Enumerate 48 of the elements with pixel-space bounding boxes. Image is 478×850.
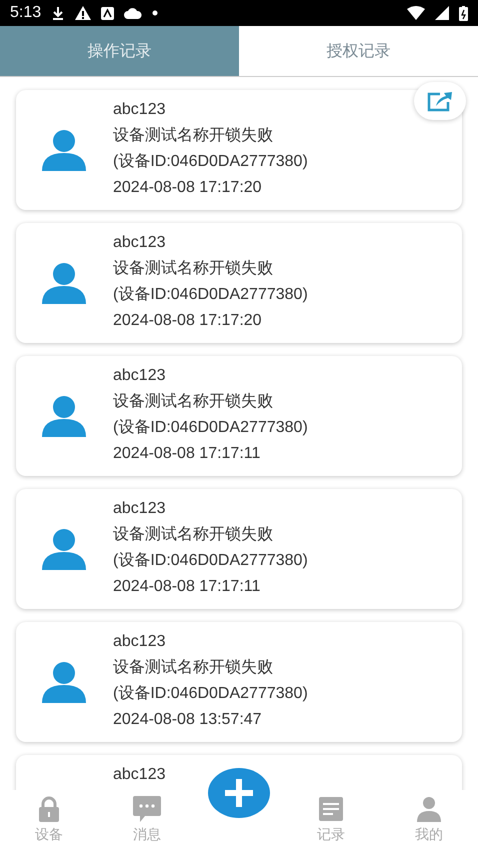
record-card[interactable]: abc123 设备测试名称开锁失败 (设备ID:046D0DA2777380) 2024-08-08 17:17:11	[16, 489, 462, 609]
status-time: 5:13	[10, 4, 42, 22]
chat-icon	[133, 796, 161, 822]
record-message: 设备测试名称开锁失败	[113, 658, 273, 678]
user-icon	[42, 395, 86, 437]
user-name: abc123	[113, 233, 166, 253]
warning-icon	[75, 6, 92, 20]
user-name: abc123	[113, 499, 166, 519]
user-name: abc123	[113, 100, 166, 120]
device-id: (设备ID:046D0DA2777380)	[113, 152, 308, 172]
record-card[interactable]: abc123	[16, 755, 462, 790]
person-icon	[416, 796, 442, 822]
user-name: abc123	[113, 765, 166, 785]
record-card[interactable]: abc123 设备测试名称开锁失败 (设备ID:046D0DA2777380) 2024-08-08 17:17:11	[16, 356, 462, 476]
wifi-icon	[407, 6, 425, 20]
user-name: abc123	[113, 366, 166, 386]
record-message: 设备测试名称开锁失败	[113, 258, 273, 279]
signal-icon	[435, 6, 449, 20]
device-id: (设备ID:046D0DA2777380)	[113, 551, 308, 571]
record-message: 设备测试名称开锁失败	[113, 524, 273, 545]
user-icon	[42, 262, 86, 304]
record-card[interactable]: abc123 设备测试名称开锁失败 (设备ID:046D0DA2777380) 2024-08-08 17:17:20	[16, 223, 462, 343]
record-time: 2024-08-08 17:17:11	[113, 577, 260, 597]
record-card[interactable]: abc123 设备测试名称开锁失败 (设备ID:046D0DA2777380) 2024-08-08 17:17:20	[16, 90, 462, 210]
plus-icon	[222, 776, 256, 810]
device-id: (设备ID:046D0DA2777380)	[113, 418, 308, 438]
list-icon	[318, 796, 344, 822]
cloud-icon	[124, 8, 142, 18]
record-time: 2024-08-08 17:17:11	[113, 444, 260, 464]
record-time: 2024-08-08 17:17:20	[113, 311, 262, 331]
record-time: 2024-08-08 13:57:47	[113, 710, 262, 730]
record-time: 2024-08-08 17:17:20	[113, 178, 262, 198]
battery-icon	[459, 6, 468, 20]
record-card[interactable]: abc123 设备测试名称开锁失败 (设备ID:046D0DA2777380) 2024-08-08 13:57:47	[16, 622, 462, 742]
device-id: (设备ID:046D0DA2777380)	[113, 285, 308, 305]
edit-icon	[426, 90, 454, 112]
user-icon	[42, 661, 86, 703]
edit-button[interactable]	[414, 82, 466, 120]
lock-icon	[36, 796, 62, 822]
user-icon	[42, 129, 86, 171]
download-icon	[51, 6, 66, 20]
record-message: 设备测试名称开锁失败	[113, 126, 273, 146]
user-name: abc123	[113, 632, 166, 652]
device-id: (设备ID:046D0DA2777380)	[113, 684, 308, 704]
dot-icon	[152, 10, 158, 16]
app-icon	[101, 6, 114, 20]
record-message: 设备测试名称开锁失败	[113, 392, 273, 412]
user-icon	[42, 528, 86, 570]
